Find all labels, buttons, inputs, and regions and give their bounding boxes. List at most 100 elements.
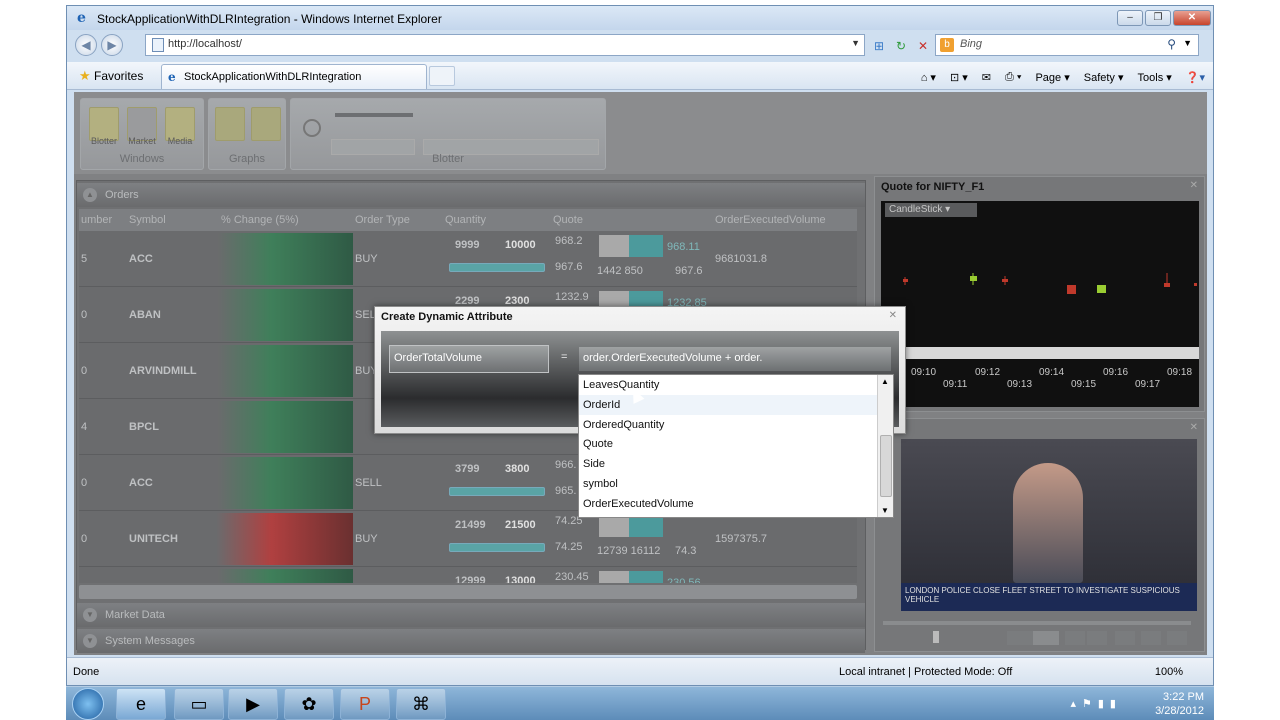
autocomplete-item[interactable]: OrderId [583, 399, 620, 411]
chevron-down-icon[interactable]: ▼ [851, 38, 860, 48]
minimize-button[interactable]: – [1117, 10, 1143, 26]
maximize-button[interactable]: ❐ [1145, 10, 1171, 26]
col-change[interactable]: % Change (5%) [221, 214, 299, 226]
stop-icon[interactable]: ✕ [915, 38, 931, 54]
address-row: ◀ ▶ http://localhost/ ▼ ⊞ ↻ ✕ b Bing ⚲ ▼ [67, 31, 1213, 61]
table-row[interactable]: 0 UNITECH BUY 21499 21500 74.25 74.25 12739 161… [79, 511, 857, 567]
market-window-button[interactable]: Market [127, 107, 157, 146]
video-player[interactable]: LONDON POLICE CLOSE FLEET STREET TO INVE… [901, 439, 1197, 611]
search-icon[interactable]: ⚲ [1167, 37, 1176, 51]
captions-button[interactable] [1115, 631, 1135, 645]
play-button[interactable] [1007, 631, 1033, 645]
zoom-slider[interactable] [335, 113, 413, 117]
home-icon[interactable]: ⌂ ▾ [921, 71, 936, 84]
table-row[interactable]: 5 ACC BUY 9999 10000 968.2 967.6 968.11 1442 850… [79, 231, 857, 287]
autocomplete-item[interactable]: OrderedQuantity [583, 419, 664, 431]
market-data-header[interactable]: ▼ Market Data [77, 603, 865, 627]
taskbar-explorer-icon[interactable]: ▭ [174, 688, 224, 720]
cell-qty-b: 3800 [505, 463, 530, 475]
taskbar-media-icon[interactable]: ▶ [228, 688, 278, 720]
expand-icon[interactable]: ▼ [83, 634, 97, 648]
back-button[interactable]: ◀ [75, 34, 97, 56]
browser-tab[interactable]: e StockApplicationWithDLRIntegration [161, 64, 427, 89]
refresh-icon[interactable]: ↻ [893, 38, 909, 54]
new-tab-button[interactable] [429, 66, 455, 86]
close-icon[interactable]: ✕ [1190, 180, 1198, 191]
expression-input[interactable]: order.OrderExecutedVolume + order. [579, 347, 891, 371]
taskbar-ie-icon[interactable]: e [116, 688, 166, 720]
taskbar-app-icon[interactable]: ✿ [284, 688, 334, 720]
page-menu[interactable]: Page ▾ [1035, 71, 1069, 84]
collapse-icon[interactable]: ▲ [83, 188, 97, 202]
cell-qty-b: 10000 [505, 239, 536, 251]
command-bar: ⌂ ▾ ⊡ ▾ ✉ ⎙ ▾ Page ▾ Safety ▾ Tools ▾ ❓▾ [921, 68, 1205, 86]
close-icon[interactable]: ✕ [889, 310, 897, 321]
fullscreen-button[interactable] [1087, 631, 1107, 645]
col-symbol[interactable]: Symbol [129, 214, 166, 226]
autocomplete-item[interactable]: Quote [583, 438, 613, 450]
autocomplete-item[interactable]: symbol [583, 478, 618, 490]
system-tray[interactable]: ▴⚑▮▮ [1071, 697, 1123, 710]
mute-button[interactable] [1167, 631, 1187, 645]
close-button[interactable]: ✕ [1173, 10, 1211, 26]
start-button[interactable] [72, 688, 104, 720]
volume-thumb[interactable] [933, 631, 939, 643]
cell-qty-b: 13000 [505, 575, 536, 583]
autocomplete-item[interactable]: OrderExecutedVolume [583, 498, 694, 510]
zoom-level[interactable]: 100% [1155, 666, 1183, 678]
col-executed-volume[interactable]: OrderExecutedVolume [715, 214, 826, 226]
chart-icon[interactable] [215, 107, 245, 141]
clock[interactable]: 3:22 PM 3/28/2012 [1155, 690, 1204, 718]
tools-menu[interactable]: Tools ▾ [1138, 71, 1172, 84]
safety-menu[interactable]: Safety ▾ [1084, 71, 1124, 84]
col-quantity[interactable]: Quantity [445, 214, 486, 226]
taskbar-powerpoint-icon[interactable]: P [340, 688, 390, 720]
system-messages-header[interactable]: ▼ System Messages [77, 629, 865, 653]
favorites-label: Favorites [94, 69, 144, 83]
close-icon[interactable]: ✕ [1190, 422, 1198, 433]
taskbar-python-icon[interactable]: ⌘ [396, 688, 446, 720]
compat-view-icon[interactable]: ⊞ [871, 38, 887, 54]
zoom-icon[interactable] [303, 119, 321, 137]
chart-scrollbar[interactable] [881, 347, 1199, 359]
candle [1097, 285, 1106, 293]
seek-bar[interactable] [883, 621, 1191, 625]
feeds-icon[interactable]: ⊡ ▾ [950, 71, 968, 84]
address-bar[interactable]: http://localhost/ ▼ [145, 34, 865, 56]
horizontal-scrollbar[interactable] [79, 585, 857, 599]
help-icon[interactable]: ❓▾ [1186, 71, 1205, 84]
print-icon[interactable]: ⎙ ▾ [1005, 71, 1021, 84]
favorites-button[interactable]: ★ Favorites [79, 68, 143, 84]
table-row[interactable]: 12999 13000 230.45 230.56 [79, 567, 857, 583]
pause-button[interactable] [1033, 631, 1059, 645]
attribute-name-input[interactable]: OrderTotalVolume [389, 345, 549, 373]
bing-logo-icon: b [940, 38, 954, 52]
settings-button[interactable] [1141, 631, 1161, 645]
cell-number: 0 [81, 365, 88, 377]
cell-number: 0 [81, 533, 88, 545]
blotter-window-button[interactable]: Blotter [89, 107, 119, 146]
scroll-down-icon[interactable]: ▼ [881, 506, 889, 515]
expand-icon[interactable]: ▼ [83, 608, 97, 622]
popup-scrollbar[interactable]: ▲ ▼ [877, 375, 893, 517]
change-sparkline [217, 233, 353, 285]
media-window-button[interactable]: Media [165, 107, 195, 146]
scroll-up-icon[interactable]: ▲ [881, 377, 889, 386]
col-ordertype[interactable]: Order Type [355, 214, 410, 226]
search-options-icon[interactable]: ▼ [1183, 38, 1192, 48]
forward-button[interactable]: ▶ [101, 34, 123, 56]
orders-header[interactable]: ▲ Orders [77, 183, 865, 207]
scroll-thumb[interactable] [880, 435, 892, 497]
cell-number: 0 [81, 477, 88, 489]
autocomplete-item[interactable]: LeavesQuantity [583, 379, 659, 391]
mail-icon[interactable]: ✉ [982, 71, 991, 84]
col-number[interactable]: umber [81, 214, 112, 226]
col-quote[interactable]: Quote [553, 214, 583, 226]
change-sparkline [217, 569, 353, 583]
line-chart-icon[interactable] [251, 107, 281, 141]
chart-type-select[interactable]: CandleStick ▾ [885, 203, 977, 217]
stop-button[interactable] [1065, 631, 1085, 645]
autocomplete-item[interactable]: Side [583, 458, 605, 470]
security-zone[interactable]: Local intranet | Protected Mode: Off [839, 666, 1012, 678]
search-box[interactable]: b Bing ⚲ ▼ [935, 34, 1199, 56]
